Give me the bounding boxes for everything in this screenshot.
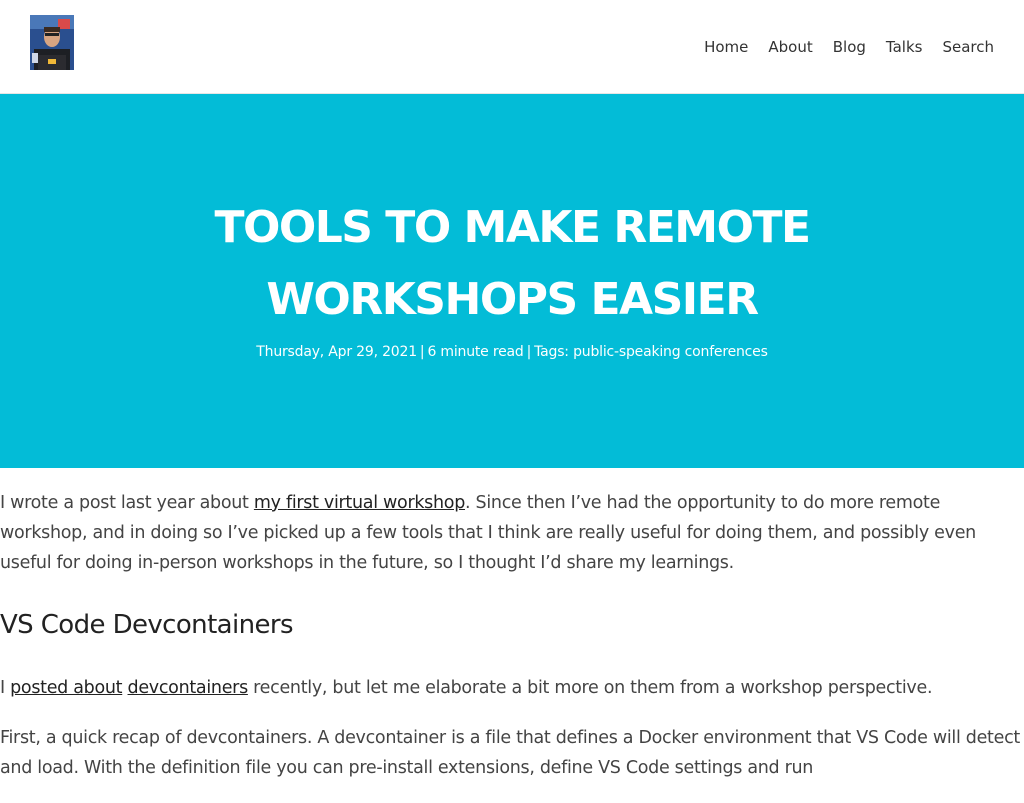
main-nav: Home About Blog Talks Search <box>704 37 994 57</box>
site-header: Home About Blog Talks Search <box>0 0 1024 94</box>
post-hero: TOOLS TO MAKE REMOTE WORKSHOPS EASIER Th… <box>0 94 1024 468</box>
paragraph-text: I wrote a post last year about <box>0 493 254 513</box>
post-title: TOOLS TO MAKE REMOTE WORKSHOPS EASIER <box>214 202 811 325</box>
paragraph-text: recently, but let me elaborate a bit mor… <box>247 678 933 698</box>
avatar[interactable] <box>30 15 74 70</box>
nav-blog-link[interactable]: Blog <box>833 37 866 57</box>
avatar-photo-icon <box>30 15 74 70</box>
tags-label: Tags: <box>534 344 569 360</box>
posted-about-link[interactable]: posted about <box>10 678 122 698</box>
post-content: I wrote a post last year about my first … <box>0 484 1024 803</box>
post-meta: Thursday, Apr 29, 2021 | 6 minute read | Tag… <box>0 344 1024 360</box>
tag-link[interactable]: conferences <box>685 344 768 360</box>
tag-link[interactable]: public-speaking <box>573 344 681 360</box>
first-virtual-workshop-link[interactable]: my first virtual workshop <box>254 493 465 513</box>
devcontainers-link[interactable]: devcontainers <box>128 678 249 698</box>
post-read-time: 6 minute read <box>427 344 524 360</box>
section-heading: VS Code Devcontainers <box>0 610 294 640</box>
post-date: Thursday, Apr 29, 2021 <box>256 344 417 360</box>
nav-home-link[interactable]: Home <box>704 37 748 57</box>
paragraph: I posted about devcontainers recently, b… <box>0 673 1024 703</box>
nav-talks-link[interactable]: Talks <box>886 37 923 57</box>
paragraph-text: I <box>0 678 11 698</box>
nav-about-link[interactable]: About <box>768 37 812 57</box>
meta-separator: | <box>419 344 425 360</box>
paragraph: I wrote a post last year about my first … <box>0 488 1024 578</box>
nav-search-link[interactable]: Search <box>942 37 994 57</box>
meta-separator: | <box>526 344 532 360</box>
paragraph: First, a quick recap of devcontainers. A… <box>0 728 1020 778</box>
